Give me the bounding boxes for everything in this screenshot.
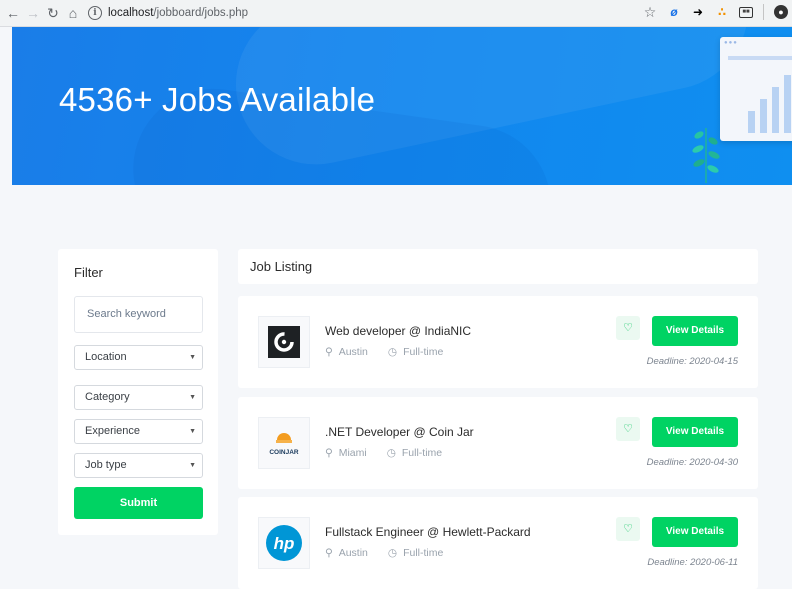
job-card: COINJAR .NET Developer @ Coin Jar ⚲ Miami… bbox=[238, 397, 758, 489]
location-select[interactable]: Location ▼ bbox=[74, 345, 203, 370]
home-icon[interactable]: ⌂ bbox=[64, 4, 82, 22]
job-deadline: Deadline: 2020-06-11 bbox=[647, 557, 738, 568]
job-type-text: Full-time bbox=[403, 346, 444, 358]
chevron-down-icon: ▼ bbox=[189, 354, 196, 361]
svg-text:hp: hp bbox=[274, 534, 295, 553]
view-details-button[interactable]: View Details bbox=[652, 417, 738, 447]
heart-icon[interactable]: ♡ bbox=[616, 417, 640, 441]
clock-icon: ◷ bbox=[387, 547, 398, 559]
experience-select[interactable]: Experience ▼ bbox=[74, 419, 203, 444]
profile-avatar-icon[interactable]: ● bbox=[774, 5, 788, 19]
svg-text:COINJAR: COINJAR bbox=[269, 449, 299, 456]
heart-icon[interactable]: ♡ bbox=[616, 517, 640, 541]
hero-title: 4536+ Jobs Available bbox=[59, 81, 376, 118]
forward-icon[interactable]: → bbox=[24, 4, 42, 22]
submit-button[interactable]: Submit bbox=[74, 487, 203, 519]
back-icon[interactable]: ← bbox=[4, 4, 22, 22]
job-type-text: Full-time bbox=[401, 447, 443, 459]
url-host: localhost bbox=[108, 7, 154, 19]
job-title[interactable]: .NET Developer @ Coin Jar bbox=[325, 425, 474, 439]
location-pin-icon: ⚲ bbox=[325, 547, 333, 559]
chevron-down-icon: ▼ bbox=[189, 462, 196, 469]
job-meta: ⚲ Miami ◷ Full-time bbox=[325, 447, 442, 459]
share-arrow-icon[interactable]: ➜ bbox=[691, 5, 705, 19]
clock-icon: ◷ bbox=[386, 447, 396, 459]
category-select-label: Category bbox=[85, 391, 130, 403]
job-location: ⚲ Austin bbox=[325, 547, 368, 559]
filter-panel: Filter Search keyword Location ▼ Categor… bbox=[58, 249, 218, 535]
job-meta: ⚲ Austin ◷ Full-time bbox=[325, 346, 443, 358]
rss-icon[interactable]: ∴ bbox=[715, 5, 729, 19]
browser-toolbar: ← → ↻ ⌂ i localhost/jobboard/jobs.php ☆ … bbox=[0, 0, 792, 27]
chevron-down-icon: ▼ bbox=[189, 428, 196, 435]
job-card: Web developer @ IndiaNIC ⚲ Austin ◷ Full-t… bbox=[238, 296, 758, 388]
illustration-bar bbox=[784, 75, 791, 133]
job-location: ⚲ Miami bbox=[325, 447, 367, 459]
job-deadline: Deadline: 2020-04-30 bbox=[646, 457, 738, 468]
view-details-button[interactable]: View Details bbox=[652, 517, 738, 547]
job-type: ◷ Full-time bbox=[388, 547, 443, 559]
job-listing-header: Job Listing bbox=[238, 249, 758, 284]
job-card: hp Fullstack Engineer @ Hewlett-Packard … bbox=[238, 497, 758, 589]
job-type-select-label: Job type bbox=[85, 459, 127, 471]
job-title[interactable]: Web developer @ IndiaNIC bbox=[325, 324, 471, 338]
location-text: Austin bbox=[338, 346, 368, 358]
location-pin-icon: ⚲ bbox=[325, 447, 333, 459]
tv-extension-icon[interactable]: ■■ bbox=[739, 6, 753, 18]
category-select[interactable]: Category ▼ bbox=[74, 385, 203, 410]
url-path: /jobboard/jobs.php bbox=[153, 7, 249, 19]
illustration-line bbox=[728, 56, 792, 60]
clock-icon: ◷ bbox=[387, 346, 398, 358]
bookmark-star-icon[interactable]: ☆ bbox=[643, 5, 657, 19]
illustration-bar bbox=[760, 99, 767, 133]
toolbar-divider bbox=[763, 4, 764, 20]
job-type: ◷ Full-time bbox=[388, 346, 443, 358]
hp-logo: hp bbox=[258, 517, 310, 569]
plant-illustration-icon bbox=[692, 128, 720, 183]
extension-icons: ☆ ø ➜ ∴ ■■ ● bbox=[643, 4, 788, 20]
chevron-down-icon: ▼ bbox=[189, 394, 196, 401]
heart-icon[interactable]: ♡ bbox=[616, 316, 640, 340]
dashboard-illustration: ●●● bbox=[720, 37, 792, 141]
indianic-logo bbox=[258, 316, 310, 368]
filter-title: Filter bbox=[74, 265, 103, 280]
view-details-button[interactable]: View Details bbox=[652, 316, 738, 346]
job-deadline: Deadline: 2020-04-15 bbox=[646, 356, 738, 367]
illustration-bar bbox=[772, 87, 779, 133]
job-type-text: Full-time bbox=[403, 547, 444, 559]
hero-banner: 4536+ Jobs Available ●●● bbox=[12, 27, 792, 185]
extension-icon[interactable]: ø bbox=[667, 5, 681, 19]
job-meta: ⚲ Austin ◷ Full-time bbox=[325, 547, 443, 559]
illustration-bar bbox=[748, 111, 755, 133]
job-location: ⚲ Austin bbox=[325, 346, 368, 358]
job-type-select[interactable]: Job type ▼ bbox=[74, 453, 203, 478]
info-icon[interactable]: i bbox=[88, 6, 102, 20]
job-type: ◷ Full-time bbox=[387, 447, 442, 459]
location-text: Miami bbox=[338, 447, 367, 459]
job-title[interactable]: Fullstack Engineer @ Hewlett-Packard bbox=[325, 525, 531, 539]
location-text: Austin bbox=[338, 547, 368, 559]
search-input[interactable]: Search keyword bbox=[74, 296, 203, 333]
location-pin-icon: ⚲ bbox=[325, 346, 333, 358]
job-listing-title: Job Listing bbox=[250, 259, 313, 274]
address-bar[interactable]: i localhost/jobboard/jobs.php bbox=[88, 3, 668, 23]
coinjar-logo: COINJAR bbox=[258, 417, 310, 469]
location-select-label: Location bbox=[85, 351, 127, 363]
reload-icon[interactable]: ↻ bbox=[44, 4, 62, 22]
window-dots-icon: ●●● bbox=[724, 40, 738, 46]
experience-select-label: Experience bbox=[85, 425, 141, 437]
